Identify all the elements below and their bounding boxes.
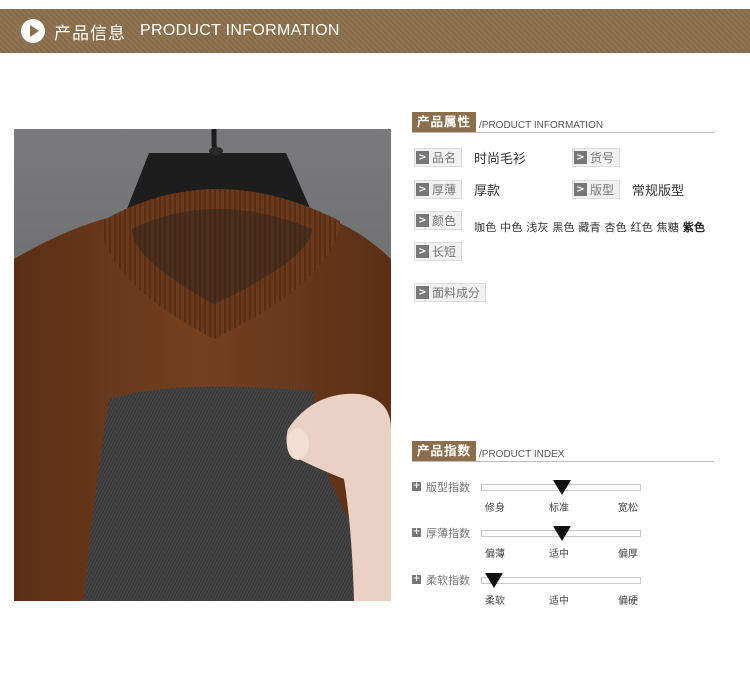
attr-fabric-badge: > 面料成分 [414,283,487,302]
product-photo [14,129,391,601]
banner-title-cn: 产品信息 [54,23,126,44]
chevron-right-icon: > [416,245,429,258]
index-row-thickness: + 厚薄指数 偏薄 适中 偏厚 [412,526,662,566]
attr-sku-badge: > 货号 [572,148,621,167]
attr-color-label: 颜色 [432,214,457,228]
attr-color-last: 紫色 [682,221,706,234]
index-tick-right: 偏厚 [618,549,638,560]
plus-box-icon: + [412,527,421,537]
index-title-en: /PRODUCT INDEX [479,449,565,460]
attr-sku-row: > 货号 [572,148,621,167]
chevron-right-icon: > [416,214,429,227]
attr-thickness-badge: > 厚薄 [414,180,463,199]
index-track [481,573,641,588]
chevron-right-icon: > [416,183,429,196]
index-tick-right: 偏硬 [618,596,638,607]
index-label: 厚薄指数 [426,527,470,540]
index-tick-mid: 适中 [549,549,569,560]
attr-sku-label: 货号 [590,151,615,165]
attr-color-list: 咖色 中色 浅灰 黑色 藏青 杏色 红色 焦糖 [474,221,680,234]
attr-color-badge: > 颜色 [414,211,463,230]
index-label: 版型指数 [426,481,470,494]
index-tick-left: 偏薄 [485,549,505,560]
header-banner: 产品信息 PRODUCT INFORMATION [0,9,750,53]
plus-box-icon: + [412,481,421,491]
attr-length-row: > 长短 [414,242,463,261]
chevron-right-icon: > [416,151,429,164]
attr-name-value: 时尚毛衫 [474,152,527,167]
attr-thickness-value: 厚款 [474,184,501,199]
attr-length-badge: > 长短 [414,242,463,261]
attr-fit-row: > 版型 常规版型 [572,180,684,199]
index-pointer [485,573,503,588]
index-track [481,480,641,495]
attr-color-values: 咖色 中色 浅灰 黑色 藏青 杏色 红色 焦糖 紫色 [462,219,705,235]
index-row-softness: + 柔软指数 柔软 适中 偏硬 [412,573,662,613]
attributes-title-en: /PRODUCT INFORMATION [479,120,604,131]
attr-fabric-label: 面料成分 [432,286,481,300]
banner-title-en: PRODUCT INFORMATION [140,22,340,39]
attr-thickness-label: 厚薄 [432,183,457,197]
index-pointer [553,480,571,495]
index-tick-left: 修身 [485,503,505,514]
index-pointer [553,526,571,541]
attr-color-row: > 颜色 [414,211,463,230]
index-label: 柔软指数 [426,574,470,587]
index-title-cn: 产品指数 [412,441,477,461]
attributes-title-cn: 产品属性 [412,112,477,132]
attr-thickness-row: > 厚薄 厚款 [414,180,500,199]
index-tick-left: 柔软 [485,596,505,607]
attr-fit-value: 常规版型 [632,184,685,199]
attr-length-label: 长短 [432,245,457,259]
attr-fabric-row: > 面料成分 [414,283,487,302]
play-circle-icon [21,19,45,43]
chevron-right-icon: > [416,286,429,299]
chevron-right-icon: > [574,151,587,164]
attr-fit-label: 版型 [590,183,615,197]
index-row-fit: + 版型指数 修身 标准 宽松 [412,480,662,520]
index-tick-mid: 标准 [549,503,569,514]
index-tick-mid: 适中 [549,596,569,607]
plus-box-icon: + [412,574,421,584]
attributes-section-title: 产品属性 /PRODUCT INFORMATION [412,112,714,133]
attr-name-label: 品名 [432,151,457,165]
attr-fit-badge: > 版型 [572,180,621,199]
attr-name-badge: > 品名 [414,148,463,167]
index-section-title: 产品指数 /PRODUCT INDEX [412,441,714,462]
chevron-right-icon: > [574,183,587,196]
index-track [481,526,641,541]
index-tick-right: 宽松 [618,503,638,514]
attr-name-row: > 品名 时尚毛衫 [414,148,526,167]
